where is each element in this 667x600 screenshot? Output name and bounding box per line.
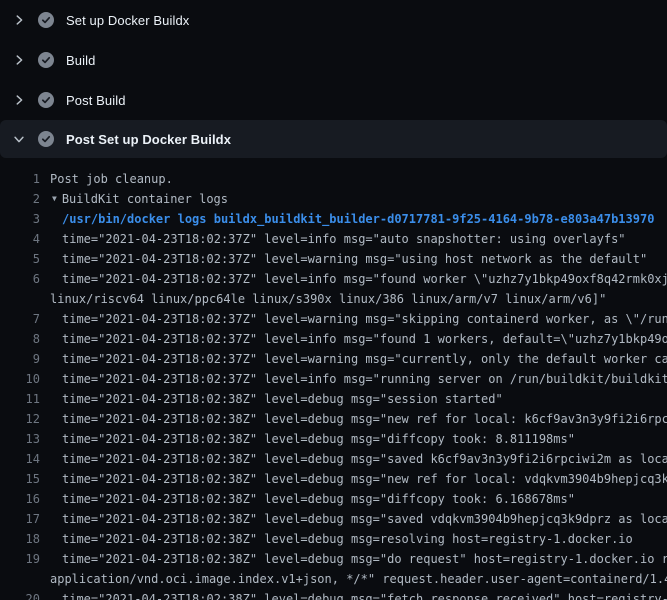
log-row: 9 ▼ time="2021-04-23T18:02:37Z" level=wa… [0,349,667,369]
line-number[interactable]: 9 [0,349,40,369]
log-row: 7 ▼ time="2021-04-23T18:02:37Z" level=wa… [0,309,667,329]
chevron-right-icon [12,13,26,27]
check-circle-icon [38,131,54,147]
line-number[interactable]: 14 [0,449,40,469]
line-number[interactable]: 15 [0,469,40,489]
check-circle-icon [38,92,54,108]
check-circle-icon [38,52,54,68]
line-number[interactable]: 6 [0,269,40,289]
chevron-right-icon [12,53,26,67]
log-row: ▼ linux/riscv64 linux/ppc64le linux/s390… [0,289,667,309]
log-row: 17 ▼ time="2021-04-23T18:02:38Z" level=d… [0,509,667,529]
step-header-post-set-up-docker-buildx[interactable]: Post Set up Docker Buildx [0,120,667,158]
log-row: 14 ▼ time="2021-04-23T18:02:38Z" level=d… [0,449,667,469]
log-text: application/vnd.oci.image.index.v1+json,… [40,569,667,589]
line-number[interactable]: 17 [0,509,40,529]
step-label: Build [66,53,95,68]
log-text: time="2021-04-23T18:02:37Z" level=info m… [40,329,667,349]
line-number[interactable]: 4 [0,229,40,249]
log-text: time="2021-04-23T18:02:37Z" level=info m… [40,269,667,289]
log-text: linux/riscv64 linux/ppc64le linux/s390x … [40,289,667,309]
log-row: 4 ▼ time="2021-04-23T18:02:37Z" level=in… [0,229,667,249]
log-row: ▼ application/vnd.oci.image.index.v1+jso… [0,569,667,589]
log-text: time="2021-04-23T18:02:37Z" level=warnin… [40,249,667,269]
log-text: time="2021-04-23T18:02:38Z" level=debug … [40,469,667,489]
log-lines: 1 ▼ Post job cleanup. 2 ▼ BuildKit conta… [0,158,667,600]
log-row: 16 ▼ time="2021-04-23T18:02:38Z" level=d… [0,489,667,509]
log-text: time="2021-04-23T18:02:37Z" level=info m… [40,369,667,389]
log-text: time="2021-04-23T18:02:37Z" level=warnin… [40,309,667,329]
line-number[interactable]: 1 [0,169,40,189]
triangle-down-icon[interactable]: ▼ [40,189,57,209]
log-row: 12 ▼ time="2021-04-23T18:02:38Z" level=d… [0,409,667,429]
log-text: time="2021-04-23T18:02:38Z" level=debug … [40,589,667,600]
log-text: BuildKit container logs [57,189,667,209]
line-number[interactable]: 7 [0,309,40,329]
chevron-right-icon [12,93,26,107]
line-number[interactable]: 16 [0,489,40,509]
log-text: time="2021-04-23T18:02:37Z" level=warnin… [40,349,667,369]
line-number[interactable]: 11 [0,389,40,409]
line-number[interactable]: 20 [0,589,40,600]
log-row: 6 ▼ time="2021-04-23T18:02:37Z" level=in… [0,269,667,289]
log-text: time="2021-04-23T18:02:38Z" level=debug … [40,549,667,569]
log-text: time="2021-04-23T18:02:38Z" level=debug … [40,529,667,549]
log-row: 15 ▼ time="2021-04-23T18:02:38Z" level=d… [0,469,667,489]
log-text: time="2021-04-23T18:02:37Z" level=info m… [40,229,667,249]
log-text: time="2021-04-23T18:02:38Z" level=debug … [40,449,667,469]
log-row: 2 ▼ BuildKit container logs [0,189,667,209]
line-number[interactable] [0,569,40,589]
log-row: 11 ▼ time="2021-04-23T18:02:38Z" level=d… [0,389,667,409]
log-text: Post job cleanup. [40,169,667,189]
line-number[interactable]: 2 [0,189,40,209]
log-row: 3 ▼ /usr/bin/docker logs buildx_buildkit… [0,209,667,229]
line-number[interactable]: 13 [0,429,40,449]
log-text: time="2021-04-23T18:02:38Z" level=debug … [40,409,667,429]
log-text: time="2021-04-23T18:02:38Z" level=debug … [40,489,667,509]
step-label: Post Build [66,93,126,108]
step-header-set-up-docker-buildx[interactable]: Set up Docker Buildx [0,0,667,40]
log-text: /usr/bin/docker logs buildx_buildkit_bui… [40,209,667,229]
log-row: 18 ▼ time="2021-04-23T18:02:38Z" level=d… [0,529,667,549]
step-header-build[interactable]: Build [0,40,667,80]
log-row: 20 ▼ time="2021-04-23T18:02:38Z" level=d… [0,589,667,600]
line-number[interactable]: 19 [0,549,40,569]
log-row: 5 ▼ time="2021-04-23T18:02:37Z" level=wa… [0,249,667,269]
log-row: 8 ▼ time="2021-04-23T18:02:37Z" level=in… [0,329,667,349]
line-number[interactable] [0,289,40,309]
step-label: Post Set up Docker Buildx [66,132,231,147]
step-list: Set up Docker Buildx Build Post Build [0,0,667,158]
chevron-down-icon [12,132,26,146]
line-number[interactable]: 8 [0,329,40,349]
step-label: Set up Docker Buildx [66,13,189,28]
actions-log-viewer: Set up Docker Buildx Build Post Build [0,0,667,600]
line-number[interactable]: 10 [0,369,40,389]
line-number[interactable]: 3 [0,209,40,229]
log-text: time="2021-04-23T18:02:38Z" level=debug … [40,389,667,409]
check-circle-icon [38,12,54,28]
log-text: time="2021-04-23T18:02:38Z" level=debug … [40,429,667,449]
log-row: 13 ▼ time="2021-04-23T18:02:38Z" level=d… [0,429,667,449]
log-row: 19 ▼ time="2021-04-23T18:02:38Z" level=d… [0,549,667,569]
line-number[interactable]: 18 [0,529,40,549]
log-text: time="2021-04-23T18:02:38Z" level=debug … [40,509,667,529]
log-row: 10 ▼ time="2021-04-23T18:02:37Z" level=i… [0,369,667,389]
step-header-post-build[interactable]: Post Build [0,80,667,120]
line-number[interactable]: 5 [0,249,40,269]
log-row: 1 ▼ Post job cleanup. [0,169,667,189]
line-number[interactable]: 12 [0,409,40,429]
